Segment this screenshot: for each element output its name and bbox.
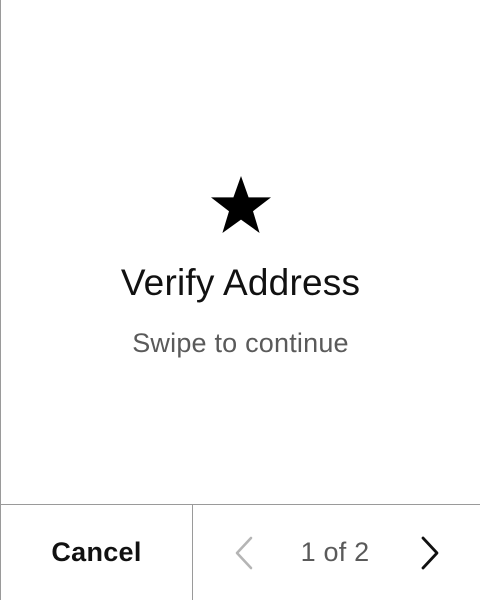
page-indicator: 1 of 2 bbox=[300, 537, 370, 567]
swipe-card-content[interactable]: Verify Address Swipe to continue bbox=[1, 0, 480, 504]
next-page-button[interactable] bbox=[410, 533, 450, 573]
page-title: Verify Address bbox=[120, 262, 361, 303]
bottom-bar: Cancel 1 of 2 bbox=[1, 504, 480, 600]
verify-address-screen: Verify Address Swipe to continue Cancel … bbox=[0, 0, 480, 600]
star-icon bbox=[210, 174, 272, 236]
previous-page-button[interactable] bbox=[224, 533, 264, 573]
chevron-left-icon bbox=[232, 535, 256, 571]
swipe-instruction: Swipe to continue bbox=[132, 328, 349, 358]
chevron-right-icon bbox=[418, 535, 442, 571]
cancel-button[interactable]: Cancel bbox=[1, 505, 193, 600]
pager: 1 of 2 bbox=[193, 505, 480, 600]
